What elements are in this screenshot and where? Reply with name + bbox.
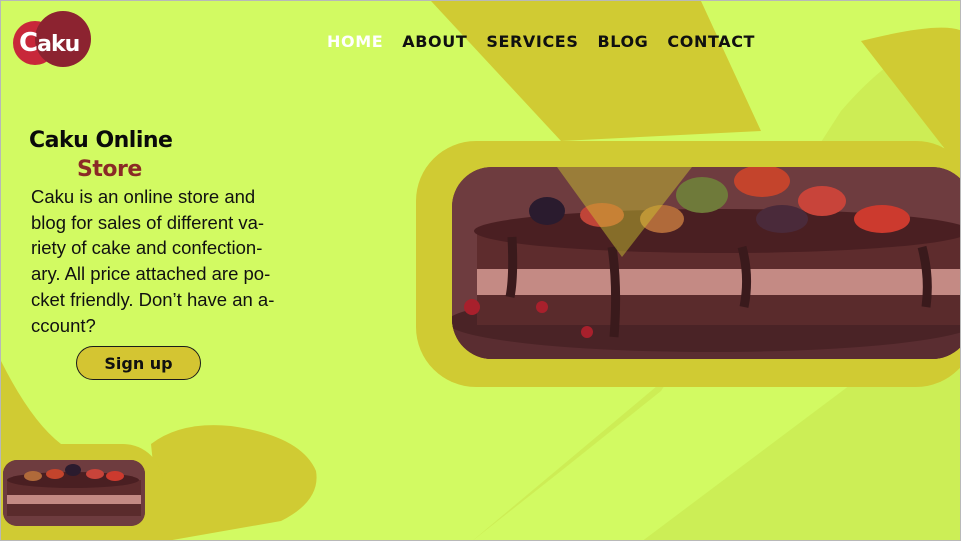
cake-photo: [452, 167, 960, 359]
hero-title-line2: Store: [77, 157, 142, 182]
caku-logo[interactable]: Caku: [13, 11, 95, 67]
landing-page: Caku HOME ABOUT SERVICES BLOG CONTACT Ca…: [0, 0, 961, 541]
cake-illustration: [452, 167, 960, 359]
description-line: cket friendly. Don’t have an a-: [31, 288, 275, 310]
logo-text: Caku: [19, 28, 80, 58]
description-line: blog for sales of different va-: [31, 211, 265, 233]
nav-services[interactable]: SERVICES: [486, 32, 578, 51]
hero-description: Caku is an online store and blog for sal…: [31, 184, 301, 338]
hero-title-line1: Caku Online: [29, 128, 173, 153]
cake-thumbnail-illustration: [3, 460, 145, 526]
description-line: ary. All price attached are po-: [31, 263, 271, 285]
nav-contact[interactable]: CONTACT: [667, 32, 755, 51]
description-line: ccount?: [31, 314, 96, 336]
description-line: Caku is an online store and: [31, 186, 256, 207]
main-nav: HOME ABOUT SERVICES BLOG CONTACT: [327, 32, 755, 51]
nav-about[interactable]: ABOUT: [402, 32, 467, 51]
nav-blog[interactable]: BLOG: [597, 32, 648, 51]
cake-thumbnail: [3, 460, 145, 526]
description-line: riety of cake and confection-: [31, 237, 263, 259]
nav-home[interactable]: HOME: [327, 32, 383, 51]
signup-button[interactable]: Sign up: [76, 346, 201, 380]
